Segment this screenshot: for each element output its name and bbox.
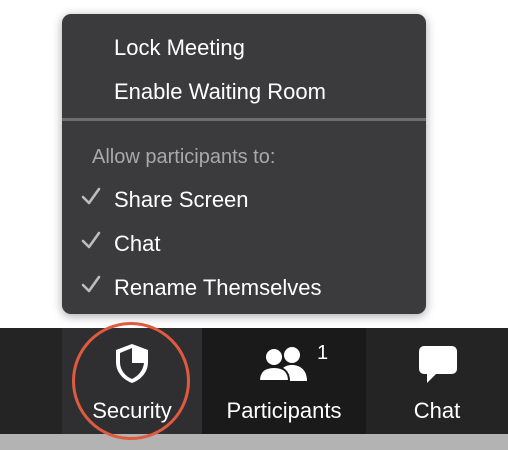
checkmark-icon: [81, 231, 101, 249]
participants-button[interactable]: 1 Participants: [202, 328, 366, 434]
menu-item-share-screen[interactable]: Share Screen: [114, 187, 249, 213]
participants-icon: [258, 347, 307, 382]
window-bottom-strip: [0, 434, 508, 450]
menu-separator: [62, 118, 426, 121]
security-label: Security: [92, 398, 172, 423]
chat-bubble-icon: [419, 346, 457, 383]
checkmark-icon: [81, 275, 101, 293]
allow-participants-label: Allow participants to:: [92, 146, 276, 168]
participants-count-badge: 1: [317, 342, 329, 364]
menu-item-lock-meeting[interactable]: Lock Meeting: [114, 35, 245, 61]
security-menu: Lock Meeting Enable Waiting Room Allow p…: [62, 14, 426, 314]
menu-item-rename-themselves[interactable]: Rename Themselves: [114, 275, 321, 301]
menu-item-enable-waiting-room[interactable]: Enable Waiting Room: [114, 79, 326, 105]
participants-label: Participants: [226, 398, 342, 423]
menu-item-chat[interactable]: Chat: [114, 231, 160, 257]
security-button[interactable]: Security: [62, 328, 202, 434]
shield-icon: [116, 344, 148, 383]
meeting-toolbar: Security 1 Participants Chat: [0, 328, 508, 434]
checkmark-icon: [81, 187, 101, 205]
chat-label: Chat: [413, 398, 461, 423]
chat-button[interactable]: Chat: [366, 328, 508, 434]
